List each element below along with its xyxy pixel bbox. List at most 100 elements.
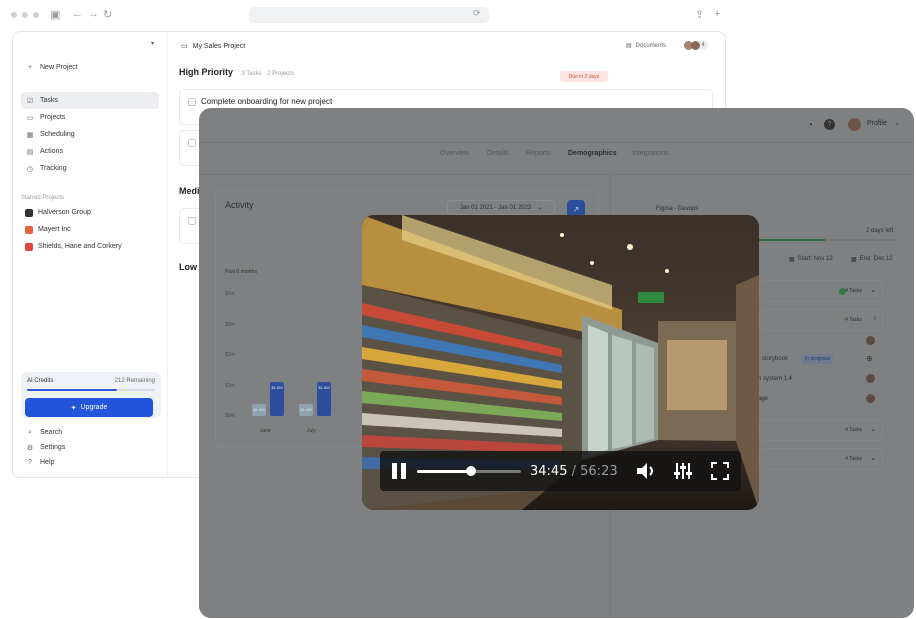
help-icon: ? (28, 459, 32, 466)
tab-overview[interactable]: Overview (440, 150, 469, 157)
starred-project-mayert[interactable]: Mayert Inc (21, 221, 159, 238)
task-group-row[interactable]: ◔ 4 Tasks › (759, 309, 883, 331)
chevron-right-icon: › (873, 315, 876, 322)
overlay-header: ◔ ? Profile ⌄ (199, 108, 914, 143)
y-tick-label: $2m (225, 352, 235, 358)
fullscreen-icon[interactable] (710, 461, 730, 481)
task-group-row[interactable]: 4 Tasks ⌄ (759, 419, 883, 441)
task-count: 4 Tasks (845, 317, 862, 323)
starred-project-shields[interactable]: Shields, Hane and Corkery (21, 238, 159, 255)
browser-toolbar: ▣ ← → ↻ ⟳ ⇪ + (0, 0, 916, 30)
task-count: 4 Tasks (845, 288, 862, 294)
end-date-label: End: Dec 12 (859, 256, 893, 262)
design-system-task: n system 1.4 (758, 376, 793, 382)
forward-arrow-icon[interactable]: → (88, 8, 99, 20)
task-count: 4 Tasks (845, 456, 862, 462)
high-priority-heading: High Priority 3 Tasks · 2 Projects (179, 67, 294, 77)
duration: 56:23 (580, 464, 618, 479)
high-priority-title: High Priority (179, 67, 234, 77)
task-group-row[interactable]: 4 Tasks ⌄ (759, 448, 883, 470)
starred-project-label: Halverson Group (38, 209, 91, 216)
project-logo-icon (25, 225, 33, 234)
starred-project-halverson[interactable]: Halverson Group (21, 204, 159, 221)
tab-details[interactable]: Details (487, 150, 508, 157)
chevron-down-icon: ⌄ (870, 426, 876, 433)
avatar (866, 394, 875, 403)
task-checkbox[interactable] (188, 98, 196, 106)
video-player[interactable]: 34:45 / 56:23 (362, 215, 759, 510)
starred-project-label: Shields, Hane and Corkery (38, 243, 122, 250)
sidebar-item-tasks[interactable]: ☑ Tasks (21, 92, 159, 109)
sidebar-toggle-icon[interactable]: ▣ (50, 8, 60, 21)
documents-button[interactable]: ▤ Documents (626, 42, 667, 50)
tab-demographics[interactable]: Demographics (568, 150, 617, 157)
sparkle-icon: ✦ (70, 404, 77, 412)
low-priority-heading: Low (179, 262, 197, 272)
start-date: ▦ Start: Nov 12 (789, 256, 833, 263)
chevron-down-icon[interactable]: ⌄ (894, 119, 900, 127)
end-date: ▦ End: Dec 12 (851, 256, 893, 263)
help-icon[interactable]: ? (824, 119, 835, 130)
project-name: Figma - Devops (656, 206, 699, 212)
sidebar-item-actions[interactable]: ▤ Actions (21, 143, 159, 160)
tab-integrations[interactable]: Integrations (632, 150, 669, 157)
reload-icon[interactable]: ⟳ (473, 8, 481, 19)
chevron-down-icon: ⌄ (537, 205, 543, 211)
sidebar-item-scheduling[interactable]: ▦ Scheduling (21, 126, 159, 143)
x-tick-label: July (307, 428, 316, 434)
current-time: 34:45 (530, 464, 568, 479)
profile-label[interactable]: Profile (867, 120, 887, 127)
high-priority-subtitle: 3 Tasks · 2 Projects (241, 71, 294, 77)
date-range-select[interactable]: Jan 01 2021 - Jan 01 2023 ⌄ (447, 200, 555, 215)
bar-value-label: $1.6M (271, 385, 283, 391)
date-range-value: Jan 01 2021 - Jan 01 2023 (459, 204, 532, 211)
address-bar[interactable]: ⟳ (249, 7, 489, 23)
new-tab-icon[interactable]: + (714, 8, 720, 20)
storybook-task: storybook (762, 356, 789, 362)
sidebar-item-label: Settings (40, 444, 66, 451)
pause-icon[interactable] (390, 461, 408, 481)
documents-label: Documents (635, 42, 667, 49)
avatar-stack[interactable]: 4 (684, 40, 708, 50)
project-logo-icon (25, 208, 33, 217)
status-badge: In progress (802, 354, 834, 364)
sidebar: ▾ + New Project ☑ Tasks ▭ Projects ▦ Sch… (13, 32, 168, 477)
bar-value-label: $1.6M (318, 385, 330, 391)
new-project-button[interactable]: + New Project (21, 59, 159, 76)
upgrade-button[interactable]: ✦ Upgrade (25, 398, 153, 417)
task-group-row[interactable]: 4 Tasks ⌄ (759, 280, 883, 302)
folder-icon: ▭ (26, 114, 34, 122)
ai-credits-remaining: 212 Remaining (114, 378, 155, 384)
project-breadcrumb[interactable]: ▭ My Sales Project (181, 42, 245, 51)
task-checkbox[interactable] (188, 217, 196, 225)
window-zoom-dot[interactable] (33, 12, 39, 18)
document-icon: ▤ (626, 43, 632, 49)
chevron-down-icon[interactable]: ▾ (151, 40, 154, 47)
tasks-icon: ☑ (26, 97, 34, 105)
add-icon[interactable]: ⊕ (866, 354, 873, 363)
settings-sliders-icon[interactable] (673, 461, 693, 481)
new-project-label: New Project (40, 64, 78, 71)
avatar (866, 336, 875, 345)
calendar-icon: ▦ (26, 131, 34, 139)
sidebar-item-projects[interactable]: ▭ Projects (21, 109, 159, 126)
y-tick-label: $3m (225, 321, 235, 328)
actions-icon: ▤ (26, 148, 34, 156)
tab-reports[interactable]: Reports (526, 150, 551, 157)
task-checkbox[interactable] (188, 139, 196, 147)
page-task: age (758, 396, 769, 402)
window-close-dot[interactable] (11, 12, 17, 18)
share-icon[interactable]: ⇪ (695, 8, 704, 21)
sidebar-item-tracking[interactable]: ◷ Tracking (21, 160, 159, 177)
y-tick-label: $0m (225, 413, 235, 419)
calendar-icon: ▦ (789, 257, 795, 263)
profile-avatar[interactable] (848, 118, 861, 131)
sidebar-item-help[interactable]: ? Help (21, 454, 159, 471)
back-arrow-icon[interactable]: ← (72, 8, 83, 20)
notification-icon[interactable]: ◔ (807, 120, 813, 131)
upgrade-label: Upgrade (80, 404, 108, 411)
volume-icon[interactable] (635, 461, 657, 481)
window-minimize-dot[interactable] (22, 12, 28, 18)
video-progress-handle[interactable] (466, 466, 477, 476)
reload-icon[interactable]: ↻ (103, 8, 112, 21)
